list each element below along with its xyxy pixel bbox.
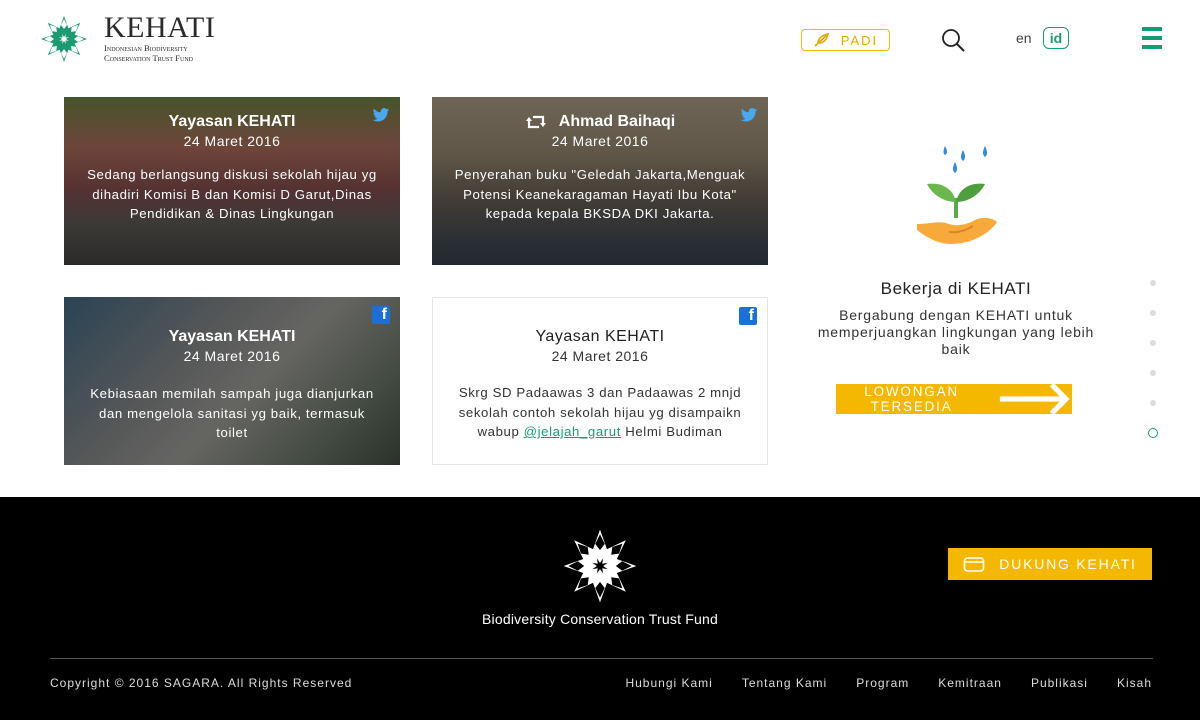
career-title: Bekerja di KEHATI bbox=[880, 279, 1032, 298]
career-promo: Bekerja di KEHATI Bergabung dengan KEHAT… bbox=[816, 140, 1096, 416]
footer-link-tentang-kami[interactable]: Tentang Kami bbox=[742, 676, 827, 690]
arrow-right-icon bbox=[1000, 382, 1070, 416]
post-date: 24 Maret 2016 bbox=[551, 133, 649, 149]
language-id-link[interactable]: id bbox=[1043, 27, 1069, 49]
leaf-pen-icon bbox=[814, 32, 829, 47]
pager-dot[interactable] bbox=[1150, 280, 1156, 286]
logo-wordmark: KEHATI bbox=[104, 11, 216, 44]
support-kehati-button[interactable]: DUKUNG KEHATI bbox=[948, 548, 1152, 580]
logo-subtitle-line-2: Conservation Trust Fund bbox=[104, 52, 193, 63]
post-date: 24 Maret 2016 bbox=[551, 348, 649, 364]
footer-link-kemitraan[interactable]: Kemitraan bbox=[938, 676, 1002, 690]
footer-link-program[interactable]: Program bbox=[856, 676, 909, 690]
kehati-flower-logo-icon bbox=[41, 16, 87, 62]
footer-link-kisah[interactable]: Kisah bbox=[1117, 676, 1152, 690]
padi-button[interactable]: PADI bbox=[801, 29, 890, 51]
footer-divider bbox=[50, 658, 1153, 659]
post-text: Penyerahan buku "Geledah Jakarta,Menguak… bbox=[454, 167, 746, 221]
language-en-link[interactable]: en bbox=[1016, 30, 1032, 46]
job-openings-label: LOWONGAN TERSEDIA bbox=[864, 384, 959, 414]
post-author: Yayasan KEHATI bbox=[168, 328, 296, 345]
post-author: Yayasan KEHATI bbox=[168, 113, 296, 130]
kehati-flower-logo-icon[interactable] bbox=[562, 528, 638, 604]
post-date: 24 Maret 2016 bbox=[183, 133, 281, 149]
wallet-icon bbox=[963, 557, 985, 572]
pager-dot[interactable] bbox=[1150, 340, 1156, 346]
search-icon bbox=[942, 29, 965, 52]
post-text: Sedang berlangsung diskusi sekolah hijau… bbox=[87, 167, 377, 221]
pager-dot-active[interactable] bbox=[1148, 428, 1158, 438]
plant-in-hand-icon bbox=[917, 146, 997, 244]
padi-label: PADI bbox=[840, 32, 879, 48]
support-kehati-label: DUKUNG KEHATI bbox=[999, 556, 1137, 572]
hamburger-menu-icon[interactable] bbox=[1142, 27, 1162, 49]
post-text: Kebiasaan memilah sampah juga dianjurkan… bbox=[90, 386, 374, 440]
social-post-card[interactable]: f Yayasan KEHATI 24 Maret 2016 Kebiasaan… bbox=[64, 297, 400, 465]
footer-link-hubungi-kami[interactable]: Hubungi Kami bbox=[625, 676, 712, 690]
job-openings-button[interactable]: LOWONGAN TERSEDIA bbox=[836, 382, 1072, 416]
pager-dot[interactable] bbox=[1150, 400, 1156, 406]
social-post-card[interactable]: Yayasan KEHATI 24 Maret 2016 Sedang berl… bbox=[64, 97, 400, 265]
post-date: 24 Maret 2016 bbox=[183, 348, 281, 364]
post-author: Ahmad Baihaqi bbox=[450, 112, 750, 132]
footer-link-publikasi[interactable]: Publikasi bbox=[1031, 676, 1088, 690]
pager-dot[interactable] bbox=[1150, 310, 1156, 316]
post-author: Yayasan KEHATI bbox=[535, 328, 665, 345]
kehati-logo[interactable]: KEHATI Indonesian Biodiversity Conservat… bbox=[40, 11, 216, 63]
mention-link[interactable]: @jelajah_garut bbox=[524, 424, 621, 439]
footer-nav: Hubungi Kami Tentang Kami Program Kemitr… bbox=[625, 676, 1152, 690]
post-text: Skrg SD Padaawas 3 dan Padaawas 2 mnjd s… bbox=[458, 385, 742, 439]
search-button[interactable] bbox=[940, 27, 966, 53]
social-post-card[interactable]: Ahmad Baihaqi 24 Maret 2016 Penyerahan b… bbox=[432, 97, 768, 265]
pager-dot[interactable] bbox=[1150, 370, 1156, 376]
footer-tagline: Biodiversity Conservation Trust Fund bbox=[482, 611, 718, 627]
footer: Biodiversity Conservation Trust Fund DUK… bbox=[0, 497, 1200, 720]
retweet-icon bbox=[525, 115, 546, 129]
social-post-card[interactable]: f Yayasan KEHATI 24 Maret 2016 Skrg SD P… bbox=[432, 297, 768, 465]
copyright-text: Copyright © 2016 SAGARA. All Rights Rese… bbox=[50, 676, 353, 690]
